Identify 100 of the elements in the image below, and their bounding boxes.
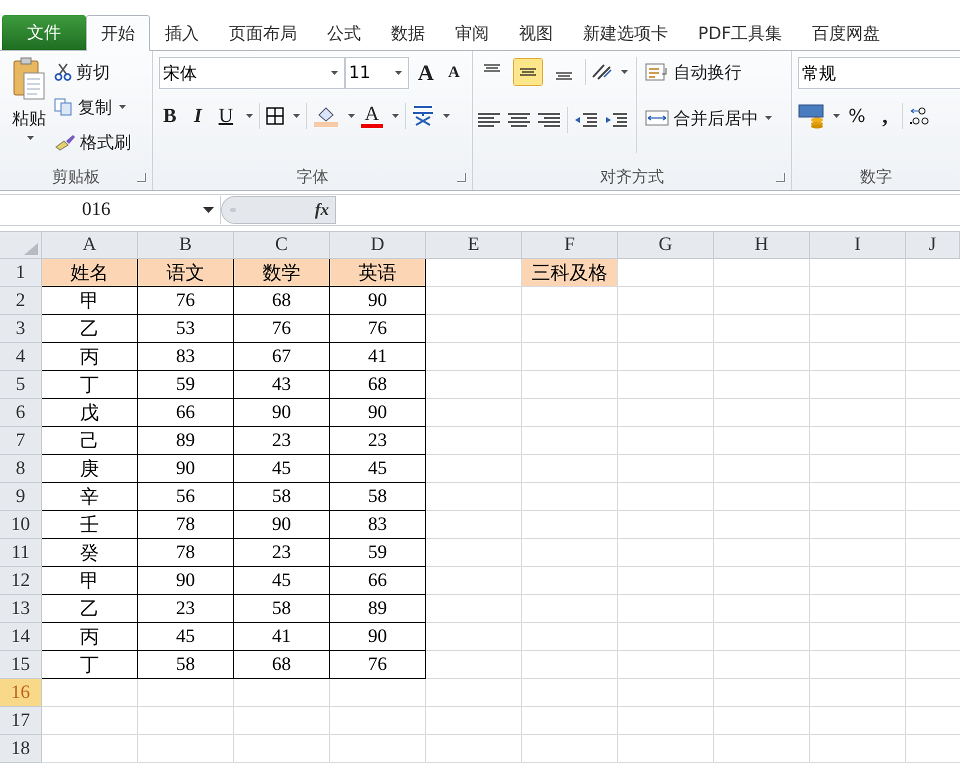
row-header[interactable]: 6 bbox=[0, 399, 42, 427]
row-header[interactable]: 9 bbox=[0, 483, 42, 511]
shrink-font-button[interactable]: A bbox=[442, 64, 465, 82]
table-cell: 76 bbox=[234, 315, 330, 343]
number-format-field[interactable]: 常规 bbox=[798, 57, 960, 89]
table-cell: 45 bbox=[330, 455, 426, 483]
dialog-launcher-icon[interactable] bbox=[457, 173, 466, 182]
column-header[interactable]: C bbox=[234, 232, 330, 259]
decrease-indent-icon[interactable] bbox=[574, 113, 598, 127]
table-cell: 90 bbox=[138, 455, 234, 483]
row-header[interactable]: 17 bbox=[0, 707, 42, 735]
row-header[interactable]: 13 bbox=[0, 595, 42, 623]
percent-button[interactable]: % bbox=[846, 106, 868, 126]
table-cell: 45 bbox=[234, 567, 330, 595]
ribbon-tab[interactable]: 百度网盘 bbox=[797, 15, 896, 50]
file-tab[interactable]: 文件 bbox=[2, 15, 86, 50]
row-header[interactable]: 7 bbox=[0, 427, 42, 455]
row-header[interactable]: 10 bbox=[0, 511, 42, 539]
caret-icon[interactable] bbox=[621, 70, 628, 74]
ribbon-tab[interactable]: PDF工具集 bbox=[683, 15, 798, 50]
caret-icon[interactable] bbox=[203, 207, 214, 213]
ribbon-tab[interactable]: 插入 bbox=[150, 15, 214, 50]
align-lines-icon bbox=[519, 68, 538, 76]
currency-icon[interactable] bbox=[798, 103, 824, 129]
row-header[interactable]: 2 bbox=[0, 287, 42, 315]
increase-decimal-icon[interactable] bbox=[908, 107, 929, 125]
column-header[interactable]: G bbox=[618, 232, 714, 259]
bold-button[interactable]: B bbox=[158, 104, 181, 128]
wrap-text-button[interactable]: 自动换行 bbox=[645, 57, 772, 87]
caret-icon[interactable] bbox=[348, 114, 355, 118]
column-header[interactable]: I bbox=[810, 232, 906, 259]
underline-button[interactable]: U bbox=[214, 104, 237, 128]
format-painter-button[interactable]: 格式刷 bbox=[54, 127, 131, 157]
table-cell: 58 bbox=[234, 483, 330, 511]
font-color-button[interactable]: A bbox=[360, 104, 383, 128]
ribbon-tab[interactable]: 公式 bbox=[312, 15, 376, 50]
caret-icon[interactable] bbox=[832, 114, 840, 118]
merge-center-button[interactable]: 合并后居中 bbox=[645, 103, 772, 133]
ribbon-tab[interactable]: 页面布局 bbox=[214, 15, 312, 50]
caret-icon[interactable] bbox=[442, 114, 450, 118]
column-header[interactable]: D bbox=[330, 232, 426, 259]
align-button[interactable] bbox=[513, 58, 544, 86]
fill-color-icon[interactable] bbox=[312, 105, 339, 127]
ribbon-tab[interactable]: 数据 bbox=[376, 15, 440, 50]
row-header[interactable]: 5 bbox=[0, 371, 42, 399]
dialog-launcher-icon[interactable] bbox=[776, 173, 785, 182]
row-header[interactable]: 12 bbox=[0, 567, 42, 595]
column-header[interactable]: H bbox=[714, 232, 810, 259]
cut-button[interactable]: 剪切 bbox=[54, 57, 131, 87]
copy-button[interactable]: 复制 bbox=[54, 92, 131, 122]
table-cell: 58 bbox=[234, 595, 330, 623]
insert-function-button[interactable]: fx bbox=[314, 200, 329, 220]
table-cell: 59 bbox=[138, 371, 234, 399]
align-lines-icon[interactable] bbox=[537, 113, 562, 127]
caret-icon[interactable] bbox=[246, 114, 253, 118]
table-cell: 甲 bbox=[42, 287, 138, 315]
grow-font-button[interactable]: A bbox=[414, 60, 437, 86]
italic-button[interactable]: I bbox=[186, 104, 209, 128]
row-header[interactable]: 15 bbox=[0, 651, 42, 679]
row-header[interactable]: 1 bbox=[0, 259, 42, 287]
align-lines-icon[interactable] bbox=[477, 113, 502, 127]
dialog-launcher-icon[interactable] bbox=[136, 173, 146, 182]
increase-indent-icon[interactable] bbox=[604, 113, 628, 127]
font-size-field[interactable]: 11 bbox=[344, 57, 409, 89]
caret-icon[interactable] bbox=[392, 114, 399, 118]
table-cell: 41 bbox=[234, 623, 330, 651]
row-header[interactable]: 18 bbox=[0, 735, 42, 763]
clipboard-icon bbox=[12, 57, 46, 101]
row-header[interactable]: 3 bbox=[0, 315, 42, 343]
ribbon-tab[interactable]: 开始 bbox=[86, 15, 150, 51]
column-header[interactable]: E bbox=[426, 232, 522, 259]
row-header[interactable]: 14 bbox=[0, 623, 42, 651]
paste-button[interactable]: 粘贴 bbox=[4, 57, 54, 164]
column-header[interactable]: B bbox=[138, 232, 234, 259]
scissors-icon bbox=[54, 63, 72, 81]
table-cell: 丙 bbox=[42, 623, 138, 651]
group-label: 数字 bbox=[860, 166, 892, 188]
table-cell: 甲 bbox=[42, 567, 138, 595]
column-header[interactable]: F bbox=[522, 232, 618, 259]
ribbon-tab[interactable]: 新建选项卡 bbox=[568, 15, 683, 50]
borders-icon[interactable] bbox=[266, 107, 284, 125]
brush-icon bbox=[54, 133, 76, 151]
phonetic-icon[interactable] bbox=[412, 105, 434, 127]
ribbon-tab[interactable]: 视图 bbox=[504, 15, 568, 50]
align-lines-icon[interactable] bbox=[507, 113, 532, 127]
orientation-icon[interactable] bbox=[592, 64, 612, 80]
ribbon-tab[interactable]: 审阅 bbox=[440, 15, 504, 50]
table-cell: 90 bbox=[330, 399, 426, 427]
group-label: 剪贴板 bbox=[52, 166, 100, 188]
table-cell: 语文 bbox=[138, 259, 234, 287]
column-header[interactable]: J bbox=[906, 232, 960, 259]
row-header[interactable]: 4 bbox=[0, 343, 42, 371]
table-cell: 83 bbox=[138, 343, 234, 371]
column-header[interactable]: A bbox=[42, 232, 138, 259]
row-header[interactable]: 8 bbox=[0, 455, 42, 483]
row-header[interactable]: 11 bbox=[0, 539, 42, 567]
caret-icon[interactable] bbox=[292, 114, 300, 118]
table-cell: 丁 bbox=[42, 371, 138, 399]
font-name-field[interactable]: 宋体 bbox=[158, 57, 345, 89]
comma-button[interactable]: , bbox=[874, 103, 896, 129]
